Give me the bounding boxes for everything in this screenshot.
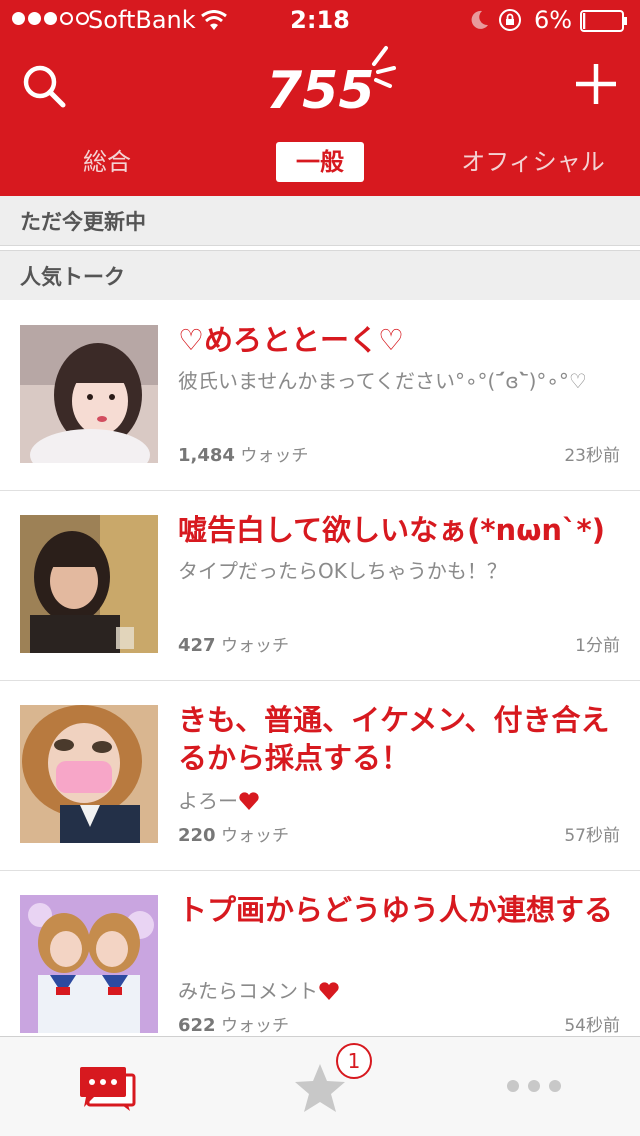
battery-percent: 6%: [534, 6, 573, 34]
heart-icon: [319, 982, 339, 1000]
talk-description: 彼氏いませんかまってください°∘°(ˊ᷄ɞˋ᷅)°∘°♡: [178, 369, 587, 393]
talk-row[interactable]: 嘘告白して欲しいなぁ(*nωn`*) タイプだったらOKしちゃうかも！？ 427…: [0, 491, 640, 681]
moon-icon: [471, 10, 488, 29]
heart-icon: [239, 792, 259, 810]
talk-thumbnail: [20, 325, 158, 463]
watch-count: 622 ウォッチ: [178, 1015, 289, 1036]
talk-row[interactable]: トプ画からどうゆう人か連想する みたらコメント 622 ウォッチ 54秒前: [0, 871, 640, 1036]
time-ago: 54秒前: [564, 1016, 620, 1036]
status-bar: SoftBank 2:18 6%: [0, 0, 640, 40]
notification-badge: 1: [336, 1043, 372, 1079]
talk-description: みたらコメント: [178, 975, 340, 1004]
talk-description: タイプだったらOKしちゃうかも！？: [178, 559, 507, 583]
watch-count: 220 ウォッチ: [178, 825, 289, 846]
section-updating: ただ今更新中: [0, 196, 640, 246]
search-icon[interactable]: [20, 62, 68, 110]
time-ago: 57秒前: [564, 826, 620, 846]
talk-title[interactable]: ♡めろととーく♡: [178, 321, 618, 359]
battery-icon: [580, 10, 627, 32]
chat-bubbles-icon[interactable]: [78, 1065, 136, 1113]
orientation-lock-icon: [499, 9, 521, 31]
bottom-tab-bar: 1: [0, 1036, 640, 1136]
time-ago: 1分前: [575, 636, 620, 656]
watch-count: 427 ウォッチ: [178, 635, 289, 656]
talk-thumbnail: [20, 705, 158, 843]
talk-row[interactable]: ♡めろととーく♡ 彼氏いませんかまってください°∘°(ˊ᷄ɞˋ᷅)°∘°♡ 1,…: [0, 301, 640, 491]
talk-thumbnail: [20, 515, 158, 653]
category-tabs: 総合 一般 オフィシャル: [0, 140, 640, 184]
more-dots-icon[interactable]: [506, 1079, 562, 1093]
talk-list[interactable]: ♡めろととーく♡ 彼氏いませんかまってください°∘°(ˊ᷄ɞˋ᷅)°∘°♡ 1,…: [0, 301, 640, 1036]
app-logo[interactable]: 755: [262, 38, 402, 118]
plus-icon[interactable]: [574, 62, 618, 106]
tab-general[interactable]: 一般: [276, 142, 364, 182]
talk-title[interactable]: きも、普通、イケメン、付き合えるから採点する！: [178, 701, 618, 777]
talk-title[interactable]: 嘘告白して欲しいなぁ(*nωn`*): [178, 511, 618, 549]
tab-overall[interactable]: 総合: [42, 140, 172, 184]
talk-title[interactable]: トプ画からどうゆう人か連想する: [178, 891, 618, 929]
talk-thumbnail: [20, 895, 158, 1033]
watch-count: 1,484 ウォッチ: [178, 445, 309, 466]
app-header: SoftBank 2:18 6% 755 総合 一般 オフィシャル: [0, 0, 640, 196]
svg-text:755: 755: [266, 61, 375, 118]
section-popular-talks: 人気トーク: [0, 250, 640, 300]
talk-row[interactable]: きも、普通、イケメン、付き合えるから採点する！ よろー 220 ウォッチ 57秒…: [0, 681, 640, 871]
talk-description: よろー: [178, 785, 260, 814]
time-ago: 23秒前: [564, 446, 620, 466]
tab-official[interactable]: オフィシャル: [448, 140, 618, 184]
